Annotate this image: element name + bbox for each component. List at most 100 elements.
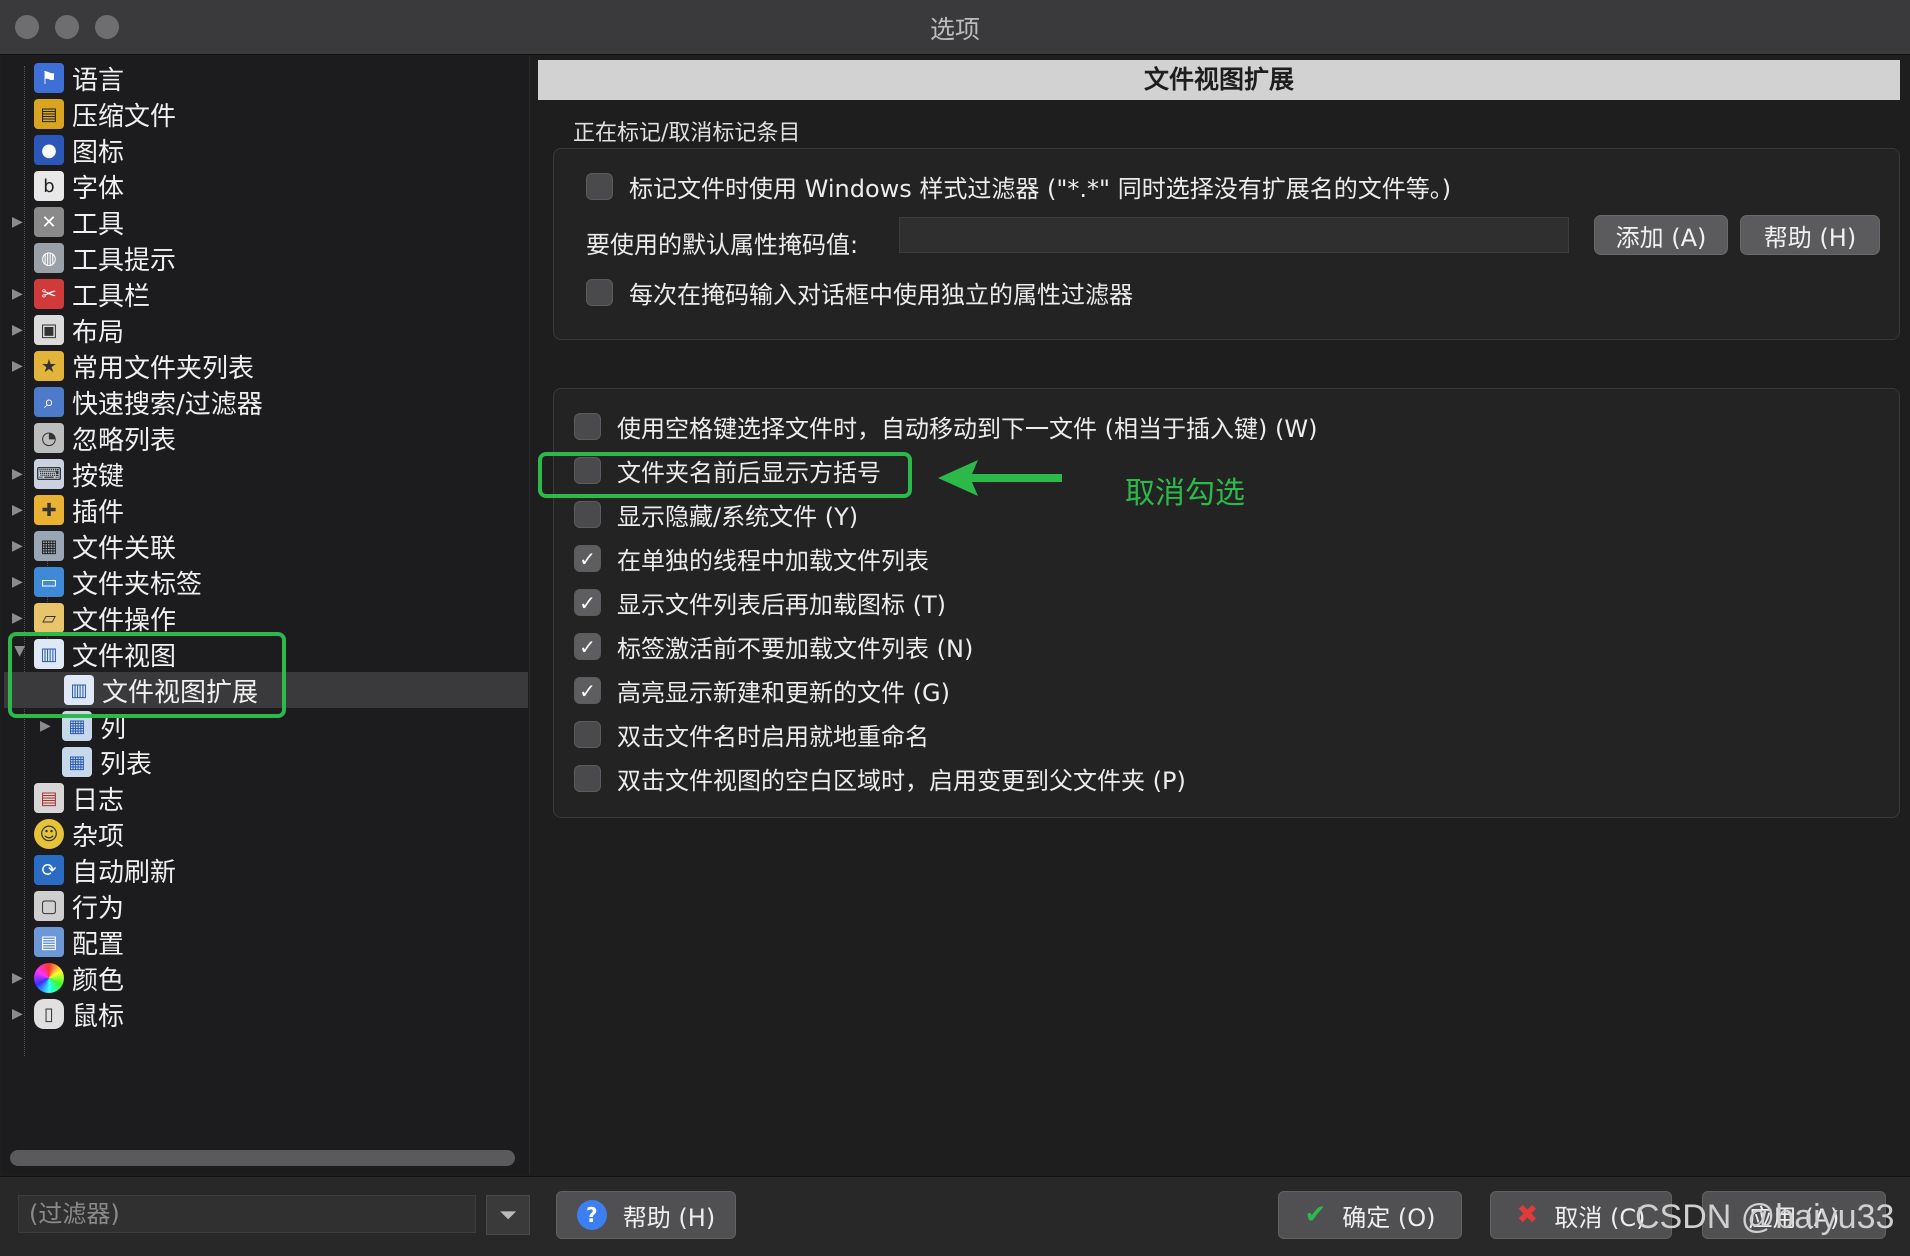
filter-input[interactable]: (过滤器) (18, 1195, 476, 1233)
archive-icon: ▤ (34, 99, 64, 129)
tree-item-mouse[interactable]: ▶ ▯ 鼠标 (12, 996, 124, 1032)
tree-item-tools[interactable]: ▶ ✕ 工具 (12, 204, 124, 240)
option-checkbox-checked[interactable]: ✓ (574, 677, 601, 704)
tree-item-file-association[interactable]: ▶ ▦ 文件关联 (12, 528, 176, 564)
option-label: 显示文件列表后再加载图标 (T) (617, 591, 947, 619)
tree-item-label: 图标 (72, 137, 125, 168)
tree-item-keys[interactable]: ▶ ⌨ 按键 (12, 456, 124, 492)
option-checkbox-checked[interactable]: ✓ (574, 589, 601, 616)
expand-arrow-icon[interactable]: ▶ (12, 466, 28, 482)
help-button-label: 帮助 (H) (622, 1203, 716, 1232)
tree-item-plugins[interactable]: ▶ ✚ 插件 (12, 492, 124, 528)
option-row[interactable]: ✓ 高亮显示新建和更新的文件 (G) (574, 673, 950, 708)
tree-item-label: 列表 (100, 749, 153, 780)
tree-item-archive[interactable]: ▤ 压缩文件 (12, 96, 176, 132)
window-title: 选项 (929, 15, 980, 44)
filter-clear-icon[interactable]: ⏷ (486, 1195, 530, 1235)
tree-item-toolbar[interactable]: ▶ ✂ 工具栏 (12, 276, 150, 312)
expand-arrow-icon[interactable]: ▶ (40, 718, 56, 734)
tree-item-file-operations[interactable]: ▶ ▱ 文件操作 (12, 600, 176, 636)
option-label: 显示隐藏/系统文件 (Y) (617, 503, 859, 531)
help-icon: ? (576, 1200, 607, 1230)
expand-arrow-icon[interactable]: ▶ (12, 322, 28, 338)
help-button[interactable]: ? 帮助 (H) (556, 1191, 736, 1239)
mask-input[interactable] (899, 217, 1569, 253)
tree-item-config[interactable]: ▤ 配置 (12, 924, 124, 960)
expand-arrow-icon[interactable]: ▶ (12, 574, 28, 590)
expand-arrow-icon[interactable]: ▶ (12, 286, 28, 302)
tree-item-label: 文件夹标签 (72, 569, 203, 600)
flag-icon: ⚑ (34, 63, 64, 93)
tree-item-label: 自动刷新 (72, 857, 177, 888)
option-label: 双击文件名时启用就地重命名 (617, 723, 929, 751)
tree-item-colors[interactable]: ▶ 颜色 (12, 960, 124, 996)
tree-item-ignore-list[interactable]: ◔ 忽略列表 (12, 420, 176, 456)
tree-item-misc[interactable]: ☺ 杂项 (12, 816, 124, 852)
tree-item-folder-tabs[interactable]: ▶ ▭ 文件夹标签 (12, 564, 202, 600)
expand-arrow-icon[interactable]: ▶ (12, 538, 28, 554)
option-checkbox-checked[interactable]: ✓ (574, 633, 601, 660)
windows-filter-row[interactable]: 标记文件时使用 Windows 样式过滤器 ("*.*" 同时选择没有扩展名的文… (586, 169, 1451, 204)
tree-item-favorites[interactable]: ▶ ★ 常用文件夹列表 (12, 348, 254, 384)
color-wheel-icon (34, 963, 64, 993)
ok-button[interactable]: ✔ 确定 (O) (1278, 1191, 1462, 1239)
expand-arrow-icon[interactable]: ▶ (12, 502, 28, 518)
option-row[interactable]: ✓ 标签激活前不要加载文件列表 (N) (574, 629, 973, 664)
tree-item-language[interactable]: ⚑ 语言 (12, 60, 124, 96)
option-row[interactable]: 使用空格键选择文件时，自动移动到下一文件 (相当于插入键) (W) (574, 409, 1317, 444)
group-help-button[interactable]: 帮助 (H) (1740, 215, 1880, 255)
tree-item-label: 工具 (72, 209, 125, 240)
font-icon: b (34, 171, 64, 201)
tree-item-label: 杂项 (72, 821, 125, 852)
option-label: 双击文件视图的空白区域时，启用变更到父文件夹 (P) (617, 767, 1186, 795)
option-checkbox[interactable] (574, 765, 601, 792)
tree-item-tooltip[interactable]: ◍ 工具提示 (12, 240, 176, 276)
tree-item-label: 语言 (72, 65, 125, 96)
tree-item-icons[interactable]: ● 图标 (12, 132, 124, 168)
independent-filter-row[interactable]: 每次在掩码输入对话框中使用独立的属性过滤器 (586, 275, 1133, 310)
tree-item-auto-refresh[interactable]: ⟳ 自动刷新 (12, 852, 176, 888)
expand-arrow-icon[interactable]: ▶ (12, 970, 28, 986)
tree-item-log[interactable]: ▤ 日志 (12, 780, 124, 816)
title-bar: 选项 (0, 0, 1910, 55)
tree-item-list[interactable]: ▦ 列表 (40, 744, 152, 780)
independent-filter-checkbox[interactable] (586, 279, 613, 306)
log-icon: ▤ (34, 783, 64, 813)
option-label: 使用空格键选择文件时，自动移动到下一文件 (相当于插入键) (W) (617, 415, 1318, 443)
icons-icon: ● (34, 135, 64, 165)
tree-item-label: 插件 (72, 497, 125, 528)
option-label: 高亮显示新建和更新的文件 (G) (617, 679, 950, 707)
add-button[interactable]: 添加 (A) (1594, 215, 1728, 255)
tree-highlight-box (8, 632, 286, 718)
expand-arrow-icon[interactable]: ▶ (12, 214, 28, 230)
tree-item-label: 鼠标 (72, 1001, 125, 1032)
marking-group: 标记文件时使用 Windows 样式过滤器 ("*.*" 同时选择没有扩展名的文… (553, 148, 1900, 340)
option-checkbox[interactable] (574, 721, 601, 748)
tree-item-label: 布局 (72, 317, 125, 348)
option-checkbox[interactable] (574, 413, 601, 440)
tree-item-behavior[interactable]: ▢ 行为 (12, 888, 124, 924)
tree-horizontal-scrollbar[interactable] (10, 1150, 515, 1166)
check-icon: ✔ (1304, 1200, 1327, 1230)
annotation-arrow-icon (938, 460, 1062, 496)
option-row[interactable]: 双击文件名时启用就地重命名 (574, 717, 929, 752)
tree-item-font[interactable]: b 字体 (12, 168, 124, 204)
windows-filter-checkbox[interactable] (586, 173, 613, 200)
option-row[interactable]: ✓ 在单独的线程中加载文件列表 (574, 541, 929, 576)
option-row[interactable]: 双击文件视图的空白区域时，启用变更到父文件夹 (P) (574, 761, 1186, 796)
option-checkbox[interactable] (574, 501, 601, 528)
expand-arrow-icon[interactable]: ▶ (12, 358, 28, 374)
option-row[interactable]: 显示隐藏/系统文件 (Y) (574, 497, 858, 532)
tree-item-quick-search[interactable]: ⌕ 快速搜索/过滤器 (12, 384, 263, 420)
option-checkbox-checked[interactable]: ✓ (574, 545, 601, 572)
independent-filter-label: 每次在掩码输入对话框中使用独立的属性过滤器 (629, 281, 1133, 309)
mask-label: 要使用的默认属性掩码值: (586, 231, 859, 259)
option-row[interactable]: ✓ 显示文件列表后再加载图标 (T) (574, 585, 946, 620)
folder-tab-icon: ▭ (34, 567, 64, 597)
ignore-list-icon: ◔ (34, 423, 64, 453)
options-tree[interactable]: ⚑ 语言 ▤ 压缩文件 ● 图标 b 字体 ▶ ✕ 工具 ◍ 工具提示 ▶ ✂ … (2, 56, 530, 1174)
expand-arrow-icon[interactable]: ▶ (12, 610, 28, 626)
watermark: CSDN @baiyu33 (1635, 1198, 1895, 1236)
tree-item-layout[interactable]: ▶ ▣ 布局 (12, 312, 124, 348)
expand-arrow-icon[interactable]: ▶ (12, 1006, 28, 1022)
